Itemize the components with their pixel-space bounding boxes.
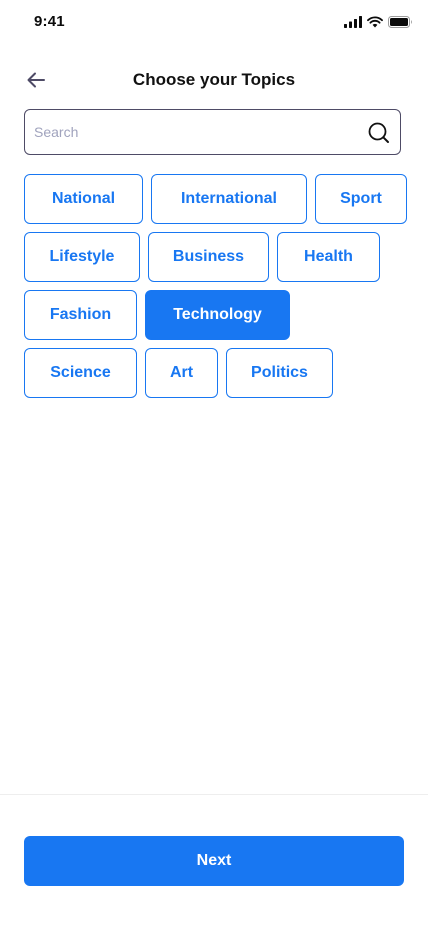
topic-row: Fashion Technology bbox=[24, 290, 408, 340]
topic-row: Science Art Politics bbox=[24, 348, 408, 398]
topics-list: National International Sport Lifestyle B… bbox=[24, 174, 408, 406]
search-input[interactable] bbox=[34, 110, 354, 154]
topic-chip-lifestyle[interactable]: Lifestyle bbox=[24, 232, 140, 282]
topic-row: National International Sport bbox=[24, 174, 408, 224]
topic-chip-science[interactable]: Science bbox=[24, 348, 137, 398]
status-time: 9:41 bbox=[34, 13, 65, 30]
next-button[interactable]: Next bbox=[24, 836, 404, 886]
topic-chip-politics[interactable]: Politics bbox=[226, 348, 333, 398]
search-box bbox=[24, 109, 401, 155]
battery-icon bbox=[388, 16, 412, 28]
search-icon[interactable] bbox=[368, 122, 390, 144]
cellular-signal-icon bbox=[344, 16, 362, 28]
topic-chip-national[interactable]: National bbox=[24, 174, 143, 224]
wifi-icon bbox=[367, 16, 383, 28]
status-bar: 9:41 bbox=[0, 0, 428, 44]
topic-chip-health[interactable]: Health bbox=[277, 232, 380, 282]
topic-chip-fashion[interactable]: Fashion bbox=[24, 290, 137, 340]
topic-chip-international[interactable]: International bbox=[151, 174, 307, 224]
topic-chip-art[interactable]: Art bbox=[145, 348, 218, 398]
topic-chip-sport[interactable]: Sport bbox=[315, 174, 407, 224]
status-icons bbox=[344, 15, 413, 29]
footer-divider bbox=[0, 794, 428, 795]
page-title: Choose your Topics bbox=[132, 70, 296, 89]
topic-chip-business[interactable]: Business bbox=[148, 232, 269, 282]
topic-chip-technology[interactable]: Technology bbox=[145, 290, 290, 340]
topic-row: Lifestyle Business Health bbox=[24, 232, 408, 282]
header: Choose your Topics bbox=[0, 56, 428, 104]
